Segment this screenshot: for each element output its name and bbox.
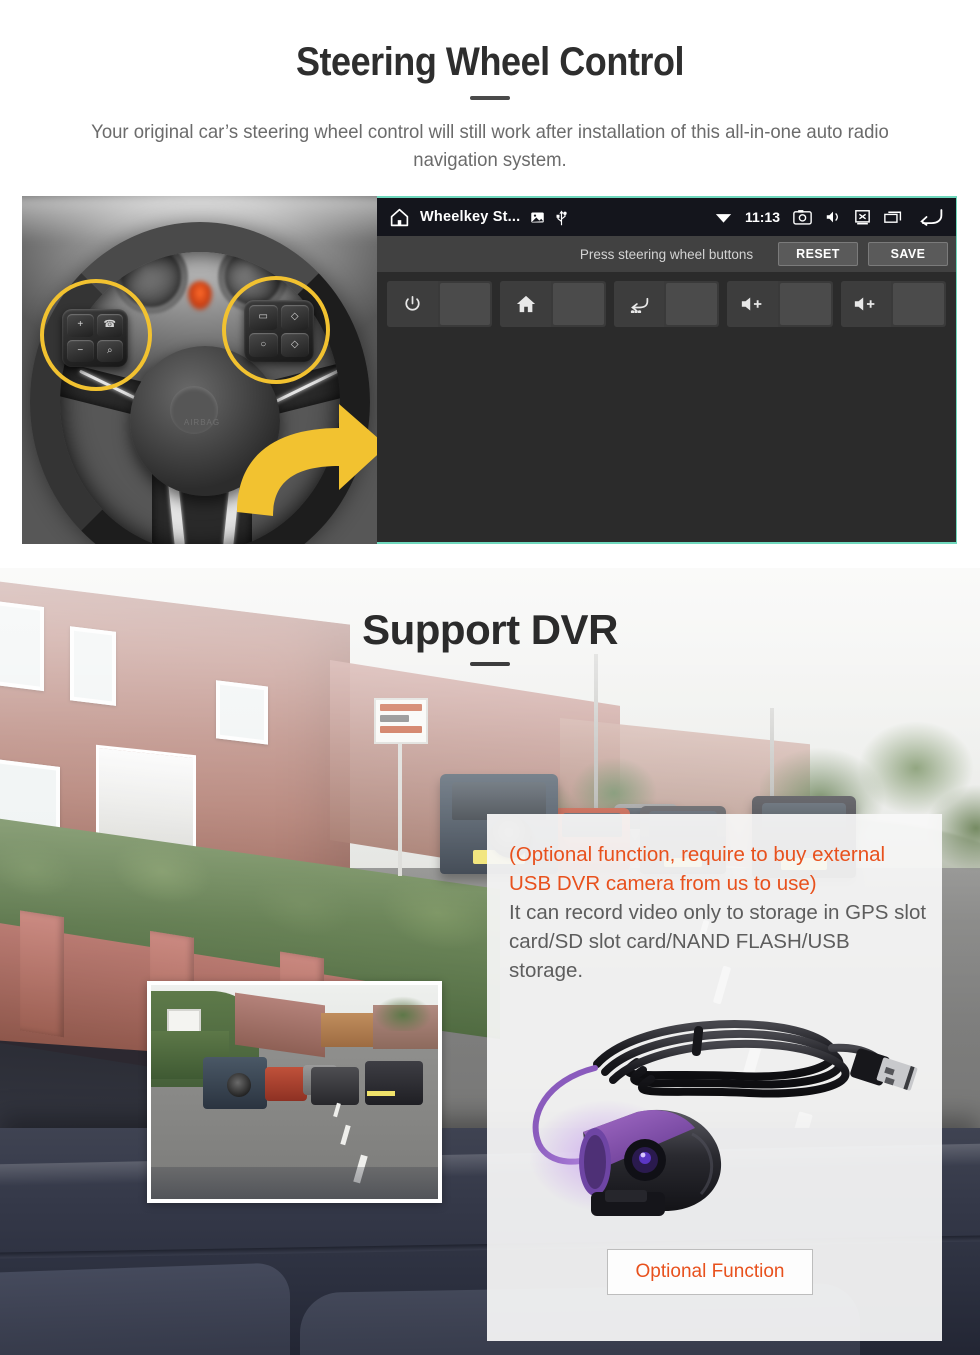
window [216,680,268,745]
dvr-video-preview [147,981,442,1203]
support-dvr-title: Support DVR [362,606,618,653]
key-slot-volume-up-2[interactable] [840,281,947,327]
back-arrow-icon[interactable] [916,207,944,227]
lamp-post [594,654,598,834]
app-title: Wheelkey St... [420,209,521,225]
android-status-bar: Wheelkey St... 11:13 [377,198,956,236]
key-slot-value[interactable] [893,283,945,325]
wheelkey-mapping-row [387,281,947,327]
screen-off-icon[interactable] [854,209,871,225]
wheelkey-toolbar: Press steering wheel buttons RESET SAVE [377,236,956,272]
reset-button[interactable]: RESET [778,242,858,266]
steering-wheel-control-title: Steering Wheel Control [295,40,685,84]
usb-icon [555,209,568,226]
home-icon [500,281,551,327]
save-button[interactable]: SAVE [868,242,948,266]
key-slot-home[interactable] [500,281,606,327]
android-head-unit-screen[interactable]: Wheelkey St... 11:13 Press steering whee… [377,196,957,544]
dvr-info-card: (Optional function, require to buy exter… [487,814,942,1341]
recent-apps-icon[interactable] [884,210,903,224]
title-divider [470,662,510,666]
dashboard-pod-left [0,1262,290,1355]
steering-wheel-control-subtitle: Your original car’s steering wheel contr… [91,121,889,172]
wall-pillar [20,910,64,1038]
optional-note-orange: (Optional function, require to buy exter… [509,843,886,896]
highlight-circle-left [40,279,152,391]
status-clock: 11:13 [744,209,780,225]
key-slot-volume-up-1[interactable] [727,281,833,327]
steering-wheel-control-section: Steering Wheel Control Your original car… [0,0,980,568]
sign-post [398,744,402,876]
key-slot-value[interactable] [439,283,491,325]
key-slot-value[interactable] [779,283,831,325]
title-divider [470,96,510,100]
image-icon [530,210,545,225]
optional-function-button[interactable]: Optional Function [607,1249,813,1295]
storage-note: It can record video only to storage in G… [509,901,927,983]
key-slot-back[interactable] [613,281,720,327]
usb-plug [850,1048,918,1091]
usb-dvr-camera [529,1020,918,1216]
steering-wheel-photo: AIRBAG + ☎ − ⌕ ▭ ◇ ○ ◇ [22,196,377,544]
key-slot-power[interactable] [387,281,493,327]
flow-arrow-icon [237,404,377,516]
highlight-circle-right [222,276,330,384]
screenshot-icon[interactable] [793,209,812,225]
back-icon [613,281,665,327]
volume-up-icon [727,281,778,327]
home-icon[interactable] [389,207,410,228]
power-icon [387,281,438,327]
mute-speaker-icon[interactable] [825,209,841,225]
camera-mount [591,1190,665,1216]
for-sale-sign [374,698,428,744]
card-text-block: (Optional function, require to buy exter… [509,840,929,986]
product-detail-page: Steering Wheel Control Your original car… [0,0,980,1355]
wifi-icon [715,211,732,224]
key-slot-value[interactable] [553,283,604,325]
key-slot-value[interactable] [666,283,718,325]
volume-up-icon [840,281,892,327]
